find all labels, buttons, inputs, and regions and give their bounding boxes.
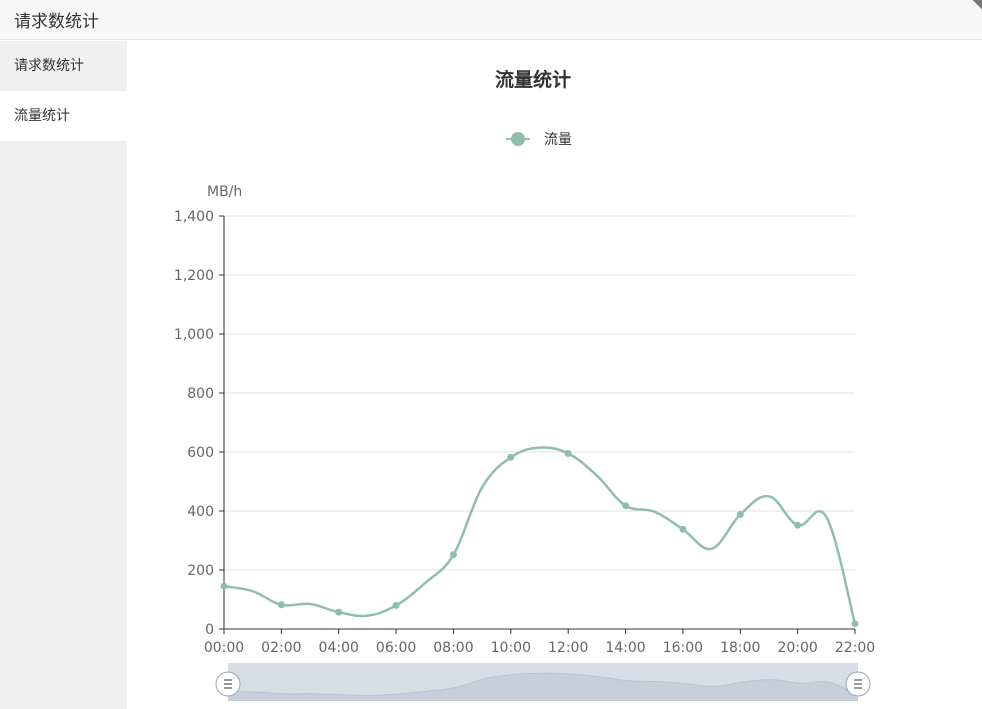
data-point[interactable] — [851, 620, 859, 628]
data-point[interactable] — [564, 449, 572, 457]
x-tick-label: 08:00 — [433, 640, 473, 656]
x-tick-label: 22:00 — [835, 640, 875, 656]
y-axis-unit: MB/h — [207, 184, 242, 200]
series-line-traffic — [223, 446, 857, 625]
data-point[interactable] — [679, 525, 687, 533]
data-point[interactable] — [794, 521, 802, 529]
series-layer — [220, 446, 859, 628]
y-tick-label: 600 — [187, 445, 214, 461]
data-point[interactable] — [335, 608, 343, 616]
legend-label: 流量 — [544, 132, 572, 148]
legend-marker-icon — [511, 132, 525, 146]
x-tick-label: 14:00 — [605, 640, 645, 656]
chart-title: 流量统计 — [495, 68, 571, 91]
y-tick-label: 0 — [205, 622, 214, 638]
corner-handle-icon — [970, 0, 982, 10]
x-tick-label: 10:00 — [491, 640, 531, 656]
x-tick-label: 12:00 — [548, 640, 588, 656]
y-tick-label: 1,200 — [174, 268, 214, 284]
y-tick-label: 1,400 — [174, 209, 214, 225]
x-tick-label: 04:00 — [319, 640, 359, 656]
data-point[interactable] — [277, 601, 285, 609]
sidebar: 请求数统计 流量统计 — [0, 41, 127, 709]
sidebar-item-request-stats[interactable]: 请求数统计 — [0, 41, 127, 91]
top-bar: 请求数统计 — [0, 0, 982, 40]
zoom-handle-left[interactable] — [215, 671, 241, 697]
traffic-line-chart: 流量统计 流量 MB/h 0 200 400 600 800 1,000 1,200 1,40… — [174, 68, 875, 701]
data-point[interactable] — [220, 582, 228, 590]
y-tick-label: 200 — [187, 563, 214, 579]
sidebar-item-label: 请求数统计 — [14, 58, 84, 74]
data-point[interactable] — [622, 502, 630, 510]
y-tick-label: 400 — [187, 504, 214, 520]
x-tick-label: 20:00 — [777, 640, 817, 656]
data-point[interactable] — [449, 551, 457, 559]
data-zoom-slider[interactable] — [215, 663, 871, 701]
x-tick-label: 06:00 — [376, 640, 416, 656]
data-point[interactable] — [507, 453, 515, 461]
y-tick-label: 800 — [187, 386, 214, 402]
y-tick-label: 1,000 — [174, 327, 214, 343]
sidebar-item-traffic-stats[interactable]: 流量统计 — [0, 91, 127, 141]
data-point[interactable] — [736, 511, 744, 519]
zoom-handle-right[interactable] — [845, 671, 871, 697]
x-tick-label: 16:00 — [663, 640, 703, 656]
x-tick-label: 00:00 — [204, 640, 244, 656]
axes: 0 200 400 600 800 1,000 1,200 1,400 00:00 02:00 04… — [174, 209, 875, 656]
x-tick-label: 02:00 — [261, 640, 301, 656]
legend-item[interactable]: 流量 — [506, 132, 572, 148]
app-title: 请求数统计 — [14, 12, 99, 32]
x-tick-label: 18:00 — [720, 640, 760, 656]
grid-lines — [224, 215, 855, 571]
sidebar-item-label: 流量统计 — [14, 108, 70, 124]
data-point[interactable] — [392, 601, 400, 609]
chart-panel: 流量统计 流量 MB/h 0 200 400 600 800 1,000 1,200 1,40… — [127, 41, 982, 709]
